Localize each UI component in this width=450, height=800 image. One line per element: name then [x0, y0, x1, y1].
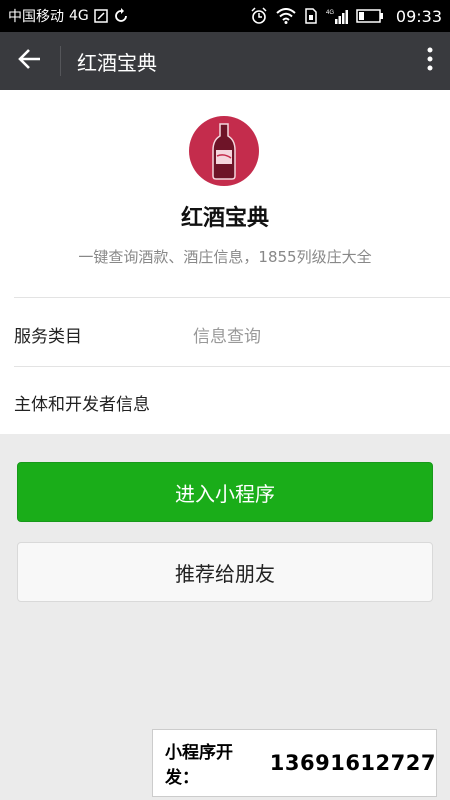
title-bar: 红酒宝典 [0, 32, 450, 90]
more-vertical-icon [427, 47, 433, 75]
wine-bottle-logo-icon [189, 116, 259, 186]
divider [14, 297, 450, 298]
status-bar: 中国移动 4G 4G 09:33 [0, 0, 450, 32]
network-type: 4G [69, 8, 89, 24]
alarm-icon [250, 7, 268, 25]
contact-phone: 13691612727 [269, 751, 436, 775]
app-name: 红酒宝典 [180, 206, 269, 231]
wifi-icon [276, 8, 296, 24]
app-info-card: 红酒宝典 一键查询酒款、酒庄信息，1855列级庄大全 服务类目 信息查询 主体和… [0, 90, 450, 434]
back-arrow-icon [18, 48, 42, 74]
service-category-value: 信息查询 [193, 327, 261, 347]
sim-card-icon [304, 8, 318, 24]
recommend-to-friend-button[interactable]: 推荐给朋友 [17, 542, 433, 602]
clock-time: 09:33 [395, 6, 442, 26]
battery-icon [356, 9, 384, 23]
developer-info-row[interactable]: 主体和开发者信息 [14, 390, 150, 415]
contact-label: 小程序开发： [165, 743, 233, 788]
carrier-name: 中国移动 [8, 9, 64, 25]
cellular-signal-icon: 4G [326, 8, 348, 24]
service-category-label: 服务类目 [14, 327, 82, 347]
sync-icon [113, 8, 129, 24]
developer-contact-banner: 小程序开发： 13691612727 [152, 729, 437, 797]
divider [14, 366, 450, 367]
more-menu-button[interactable] [410, 32, 450, 90]
page-title: 红酒宝典 [77, 50, 157, 75]
sim-signal-icon [94, 8, 108, 24]
enter-mini-program-button[interactable]: 进入小程序 [17, 462, 433, 522]
app-description: 一键查询酒款、酒庄信息，1855列级庄大全 [78, 248, 372, 266]
back-button[interactable] [0, 32, 60, 90]
title-divider [60, 46, 61, 76]
svg-text:4G: 4G [326, 10, 334, 16]
